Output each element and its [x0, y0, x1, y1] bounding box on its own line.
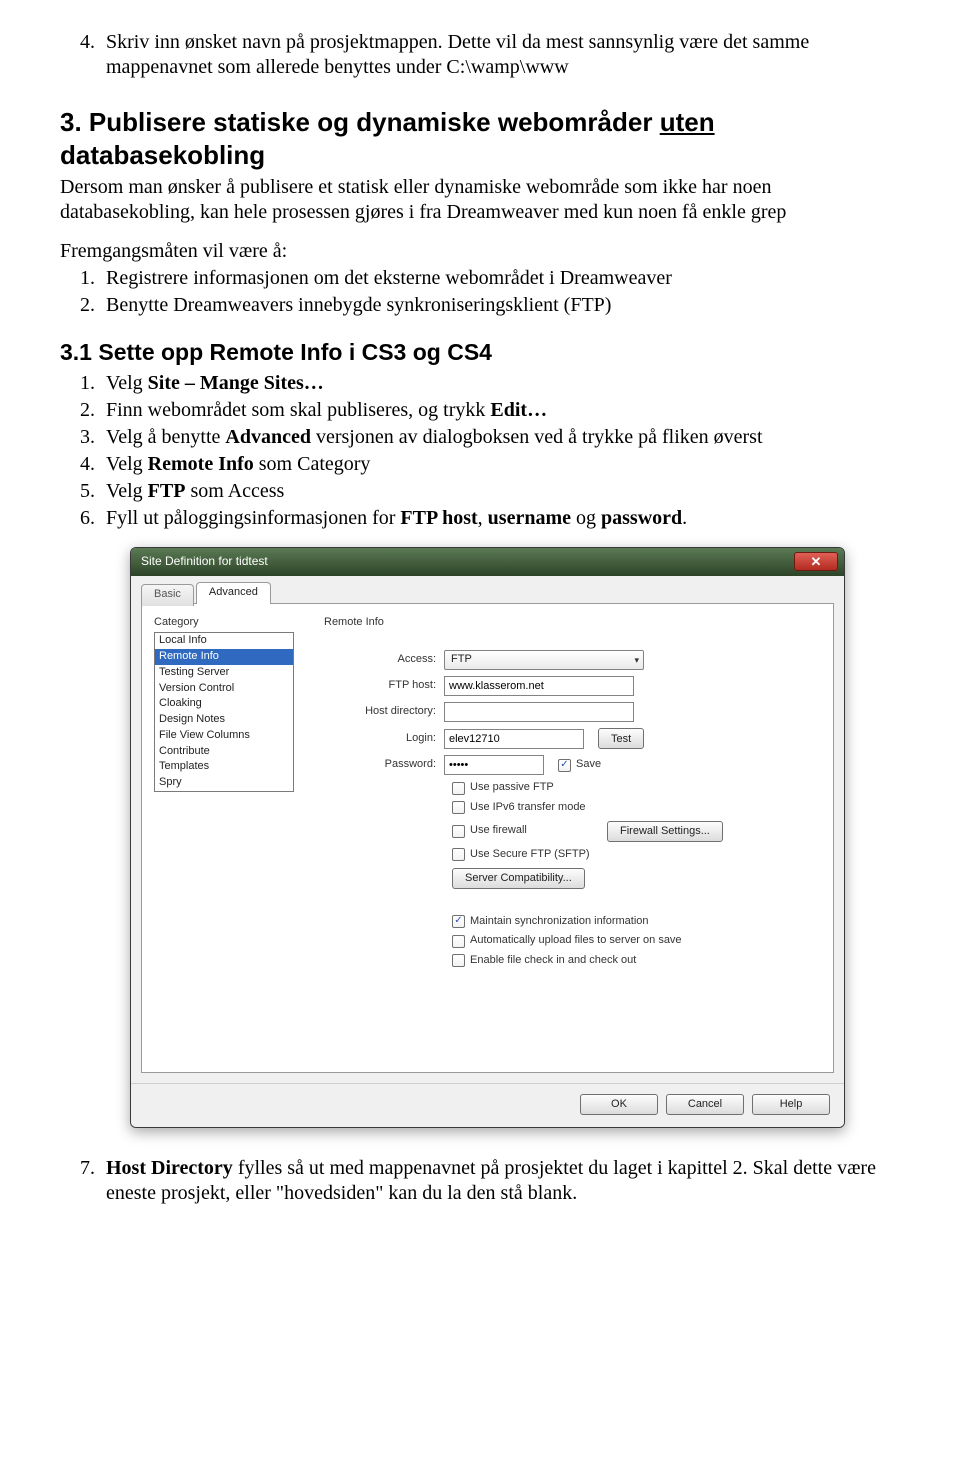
hostdir-label: Host directory: [324, 705, 444, 719]
category-listbox[interactable]: Local Info Remote Info Testing Server Ve… [154, 632, 294, 792]
step7-item: Host Directory fylles så ut med mappenav… [100, 1156, 900, 1206]
step31-5: Velg FTP som Access [100, 479, 900, 504]
password-label: Password: [324, 758, 444, 772]
server-compatibility-button[interactable]: Server Compatibility... [452, 868, 585, 889]
hostdir-input[interactable] [444, 702, 634, 722]
step7-list: Host Directory fylles så ut med mappenav… [60, 1156, 900, 1206]
cat-item-design-notes[interactable]: Design Notes [155, 712, 293, 728]
cancel-button[interactable]: Cancel [666, 1094, 744, 1115]
password-input[interactable] [444, 755, 544, 775]
auto-upload-checkbox[interactable]: Automatically upload files to server on … [452, 934, 682, 948]
intro-paragraph: Dersom man ønsker å publisere et statisk… [60, 175, 900, 225]
cat-item-local-info[interactable]: Local Info [155, 633, 293, 649]
step31-2: Finn webområdet som skal publiseres, og … [100, 398, 900, 423]
category-label: Category [154, 616, 304, 630]
cat-item-remote-info[interactable]: Remote Info [155, 649, 293, 665]
step31-6: Fyll ut påloggingsinformasjonen for FTP … [100, 506, 900, 531]
approach-list: Registrere informasjonen om det eksterne… [60, 266, 900, 318]
maintain-sync-checkbox[interactable]: ✓Maintain synchronization information [452, 915, 649, 929]
step31-4: Velg Remote Info som Category [100, 452, 900, 477]
dialog-title: Site Definition for tidtest [141, 554, 268, 569]
section-3-heading: 3. Publisere statiske og dynamiske webom… [60, 106, 900, 171]
ftphost-label: FTP host: [324, 679, 444, 693]
dialog-screenshot: Site Definition for tidtest ✕ Basic Adva… [130, 547, 900, 1128]
cat-item-testing-server[interactable]: Testing Server [155, 665, 293, 681]
use-sftp-checkbox[interactable]: Use Secure FTP (SFTP) [452, 848, 590, 862]
cat-item-contribute[interactable]: Contribute [155, 744, 293, 760]
site-definition-dialog: Site Definition for tidtest ✕ Basic Adva… [130, 547, 845, 1128]
tab-panel-advanced: Category Local Info Remote Info Testing … [141, 603, 834, 1073]
approach-item-1: Registrere informasjonen om det eksterne… [100, 266, 900, 291]
step-4-item: Skriv inn ønsket navn på prosjektmappen.… [100, 30, 900, 80]
dialog-titlebar[interactable]: Site Definition for tidtest ✕ [131, 548, 844, 576]
firewall-settings-button[interactable]: Firewall Settings... [607, 821, 723, 842]
cat-item-templates[interactable]: Templates [155, 759, 293, 775]
approach-item-2: Benytte Dreamweavers innebygde synkronis… [100, 293, 900, 318]
login-input[interactable] [444, 729, 584, 749]
chevron-down-icon: ▾ [634, 655, 639, 666]
access-label: Access: [324, 653, 444, 667]
tab-advanced[interactable]: Advanced [196, 582, 271, 604]
cat-item-file-view-columns[interactable]: File View Columns [155, 728, 293, 744]
access-select[interactable]: FTP ▾ [444, 650, 644, 670]
top-ordered-list: Skriv inn ønsket navn på prosjektmappen.… [60, 30, 900, 80]
use-ipv6-checkbox[interactable]: Use IPv6 transfer mode [452, 801, 586, 815]
step31-1: Velg Site – Mange Sites… [100, 371, 900, 396]
step31-3: Velg å benytte Advanced versjonen av dia… [100, 425, 900, 450]
save-checkbox[interactable]: ✓ Save [558, 758, 601, 772]
use-firewall-checkbox[interactable]: Use firewall [452, 824, 607, 838]
login-label: Login: [324, 732, 444, 746]
cat-item-cloaking[interactable]: Cloaking [155, 696, 293, 712]
heading-underlined: uten [660, 107, 715, 137]
help-button[interactable]: Help [752, 1094, 830, 1115]
cat-item-spry[interactable]: Spry [155, 775, 293, 791]
panel-heading: Remote Info [324, 616, 821, 630]
enable-checkin-checkbox[interactable]: Enable file check in and check out [452, 954, 636, 968]
dialog-button-row: OK Cancel Help [131, 1083, 844, 1127]
step4-text: Skriv inn ønsket navn på prosjektmappen.… [106, 31, 809, 78]
ftphost-input[interactable] [444, 676, 634, 696]
use-passive-ftp-checkbox[interactable]: Use passive FTP [452, 781, 554, 795]
cat-item-version-control[interactable]: Version Control [155, 681, 293, 697]
steps-3-1-list: Velg Site – Mange Sites… Finn webområdet… [60, 371, 900, 531]
test-button[interactable]: Test [598, 728, 644, 749]
ok-button[interactable]: OK [580, 1094, 658, 1115]
heading-suffix: databasekobling [60, 140, 265, 170]
tab-basic[interactable]: Basic [141, 584, 194, 606]
section-3-1-heading: 3.1 Sette opp Remote Info i CS3 og CS4 [60, 338, 900, 367]
tab-strip: Basic Advanced [141, 582, 834, 604]
close-icon[interactable]: ✕ [794, 552, 838, 571]
step7-bold: Host Directory [106, 1157, 233, 1179]
heading-prefix: 3. Publisere statiske og dynamiske webom… [60, 107, 660, 137]
fremgang-label: Fremgangsmåten vil være å: [60, 239, 900, 264]
